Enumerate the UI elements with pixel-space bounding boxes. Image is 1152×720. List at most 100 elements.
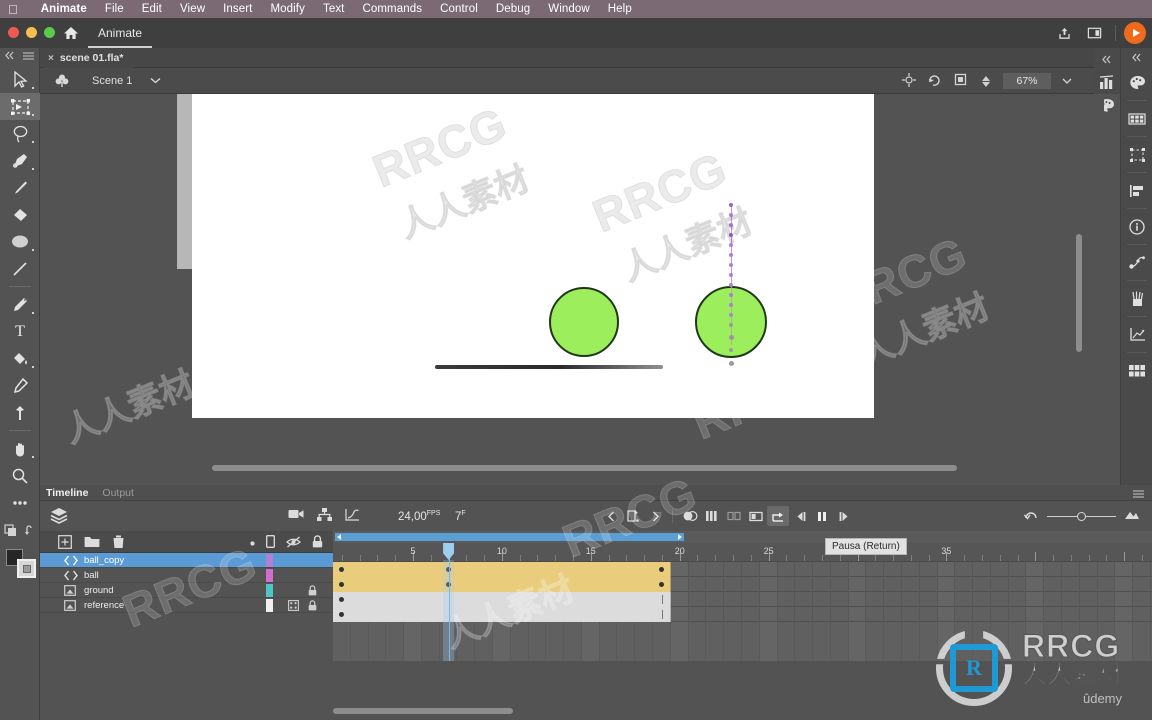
menu-item-text[interactable]: Text	[314, 3, 354, 15]
empty-frame-cell[interactable]	[1044, 577, 1062, 592]
empty-frame-cell[interactable]	[671, 577, 689, 592]
menu-item-file[interactable]: File	[96, 3, 133, 15]
menu-item-commands[interactable]: Commands	[353, 3, 431, 15]
empty-frame-cell[interactable]	[973, 577, 991, 592]
empty-frame-cell[interactable]	[1115, 592, 1134, 607]
empty-frame-cell[interactable]	[849, 562, 867, 577]
stage-canvas[interactable]	[192, 94, 874, 418]
empty-frame-cell[interactable]	[884, 607, 902, 622]
edit-multiple-frames-button[interactable]	[723, 506, 745, 526]
empty-frame-cell[interactable]	[1026, 592, 1045, 607]
assets-icon[interactable]	[1094, 71, 1120, 94]
maximize-window-button[interactable]	[44, 27, 55, 38]
menu-item-modify[interactable]: Modify	[261, 3, 313, 15]
empty-frame-cell[interactable]	[991, 562, 1009, 577]
layers-icon[interactable]	[50, 507, 68, 527]
empty-frame-cell[interactable]	[1009, 562, 1027, 577]
outline-icon[interactable]	[266, 535, 275, 551]
empty-frame-cell[interactable]	[795, 592, 814, 607]
frame-span[interactable]	[333, 607, 671, 622]
eraser-tool[interactable]	[0, 201, 40, 228]
lock-icon[interactable]	[308, 600, 317, 614]
empty-frame-cell[interactable]	[689, 577, 707, 592]
free-transform-tool[interactable]	[0, 93, 40, 120]
empty-frame-cell[interactable]	[1080, 562, 1098, 577]
empty-frame-cell[interactable]	[938, 562, 956, 577]
menu-item-window[interactable]: Window	[539, 3, 599, 15]
zoom-dropdown-chevron-icon[interactable]	[1062, 75, 1072, 87]
empty-frame-cell[interactable]	[742, 577, 760, 592]
empty-frame-cell[interactable]	[920, 577, 938, 592]
empty-frame-cell[interactable]	[955, 577, 974, 592]
empty-frame-cell[interactable]	[1133, 562, 1151, 577]
empty-frame-cell[interactable]	[991, 592, 1009, 607]
empty-frame-cell[interactable]	[706, 607, 725, 622]
empty-frame-cell[interactable]	[1062, 592, 1080, 607]
empty-frame-cell[interactable]	[671, 562, 689, 577]
tween-span[interactable]	[333, 562, 671, 577]
add-folder-icon[interactable]	[84, 535, 100, 552]
empty-frame-cell[interactable]	[866, 592, 885, 607]
selection-tool[interactable]	[0, 66, 40, 93]
zoom-stepper[interactable]	[982, 75, 990, 87]
empty-frame-cell[interactable]	[742, 562, 760, 577]
empty-frame-cell[interactable]	[991, 577, 1009, 592]
color-palette-icon[interactable]	[1121, 66, 1152, 99]
empty-frame-cell[interactable]	[866, 577, 885, 592]
empty-frame-cell[interactable]	[724, 577, 742, 592]
empty-frame-cell[interactable]	[1026, 577, 1045, 592]
empty-frame-cell[interactable]	[1026, 562, 1045, 577]
empty-frame-cell[interactable]	[1062, 577, 1080, 592]
layout-icon[interactable]	[1081, 22, 1107, 44]
fill-color-swatch[interactable]	[17, 559, 36, 578]
line-tool[interactable]	[0, 255, 40, 282]
empty-frame-cell[interactable]	[938, 592, 956, 607]
empty-frame-cell[interactable]	[706, 577, 725, 592]
layer-row-ball-copy[interactable]: ball_copy	[40, 553, 333, 568]
empty-frame-cell[interactable]	[1080, 577, 1098, 592]
empty-frame-cell[interactable]	[1062, 562, 1080, 577]
empty-frame-cell[interactable]	[1009, 592, 1027, 607]
lock-icon[interactable]	[308, 585, 317, 599]
empty-frame-cell[interactable]	[938, 577, 956, 592]
empty-frame-cell[interactable]	[742, 592, 760, 607]
timeline-ruler[interactable]: 5101520253035	[333, 543, 1152, 562]
apple-logo-icon[interactable]: 	[8, 3, 18, 16]
onion-skin-outlines-button[interactable]	[701, 506, 723, 526]
empty-frame-cell[interactable]	[1115, 562, 1134, 577]
empty-frame-cell[interactable]	[813, 592, 831, 607]
pencil-tool[interactable]	[0, 291, 40, 318]
tab-output[interactable]: Output	[102, 487, 134, 499]
visibility-icon[interactable]	[286, 536, 301, 551]
center-stage-icon[interactable]	[902, 72, 916, 90]
previous-keyframe-button[interactable]	[600, 506, 622, 526]
stage-horizontal-scrollbar[interactable]	[212, 465, 957, 471]
pen-tool[interactable]	[0, 147, 40, 174]
lasso-tool[interactable]	[0, 120, 40, 147]
frame-row-ball-copy[interactable]	[333, 562, 1152, 577]
empty-frame-cell[interactable]	[955, 592, 974, 607]
chevron-down-icon[interactable]	[150, 75, 161, 87]
add-layer-icon[interactable]	[58, 535, 72, 552]
stage-vertical-scrollbar[interactable]	[1076, 234, 1082, 352]
empty-frame-cell[interactable]	[1062, 607, 1080, 622]
empty-frame-cell[interactable]	[973, 592, 991, 607]
empty-frame-cell[interactable]	[973, 562, 991, 577]
trash-icon[interactable]	[112, 535, 125, 552]
more-tools[interactable]	[0, 489, 40, 516]
next-keyframe-button[interactable]	[644, 506, 666, 526]
layer-row-ball[interactable]: ball	[40, 568, 333, 583]
insert-keyframe-button[interactable]	[622, 506, 644, 526]
stage-area[interactable]	[40, 94, 1104, 479]
camera-icon[interactable]	[288, 508, 304, 524]
timeline-range-scrollbar[interactable]	[333, 531, 1152, 543]
empty-frame-cell[interactable]	[778, 577, 796, 592]
library-icon[interactable]	[1121, 102, 1152, 135]
minimize-window-button[interactable]	[26, 27, 37, 38]
empty-frame-cell[interactable]	[795, 607, 814, 622]
empty-frame-cell[interactable]	[1026, 607, 1045, 622]
empty-frame-cell[interactable]	[1009, 577, 1027, 592]
empty-frame-cell[interactable]	[1133, 607, 1151, 622]
empty-frame-cell[interactable]	[866, 607, 885, 622]
lock-icon[interactable]	[312, 535, 323, 551]
